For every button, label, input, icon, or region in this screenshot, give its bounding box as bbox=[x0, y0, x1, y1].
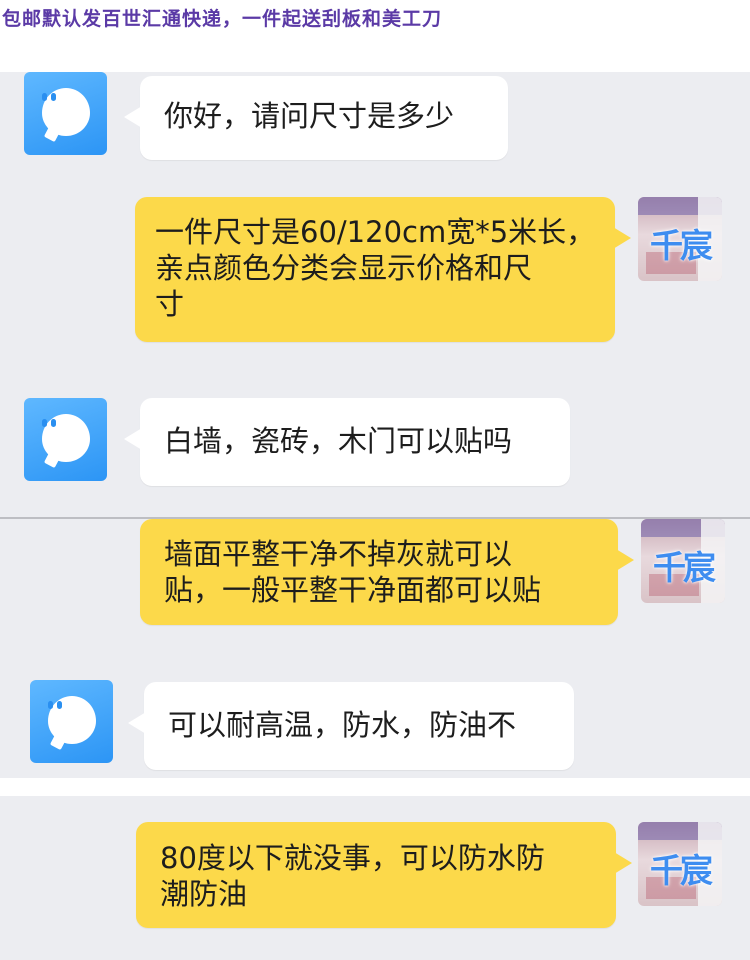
message-line: 你好，请问尺寸是多少 bbox=[164, 99, 455, 133]
outgoing-message[interactable]: 一件尺寸是60/120cm宽*5米长， 亲点颜色分类会显示价格和尺 寸 bbox=[135, 197, 631, 342]
panel-gap bbox=[0, 778, 750, 796]
shop-avatar-name: 千宸 bbox=[653, 548, 716, 587]
message-line: 白墙，瓷砖，木门可以贴吗 bbox=[164, 424, 513, 458]
message-line: 潮防油 bbox=[160, 877, 248, 911]
avatar-eye bbox=[51, 419, 56, 427]
message-line: 可以耐高温，防水，防油不 bbox=[168, 708, 517, 742]
chat-bubble-face-icon bbox=[48, 696, 96, 744]
avatar-eye bbox=[48, 701, 53, 709]
incoming-message[interactable]: 白墙，瓷砖，木门可以贴吗 bbox=[124, 398, 570, 486]
customer-avatar-icon[interactable] bbox=[24, 398, 107, 481]
shop-avatar-icon[interactable]: 千宸 bbox=[641, 519, 725, 603]
outgoing-message[interactable]: 墙面平整干净不掉灰就可以 贴，一般平整干净面都可以贴 bbox=[140, 519, 634, 625]
shop-avatar-name: 千宸 bbox=[650, 226, 713, 265]
incoming-message[interactable]: 可以耐高温，防水，防油不 bbox=[128, 682, 574, 770]
promo-banner: 包邮默认发百世汇通快递，一件起送刮板和美工刀 bbox=[0, 0, 750, 72]
avatar-eye bbox=[57, 701, 62, 709]
message-line: 寸 bbox=[155, 287, 185, 321]
message-line: 贴，一般平整干净面都可以贴 bbox=[164, 573, 542, 607]
message-line: 墙面平整干净不掉灰就可以 bbox=[164, 537, 513, 571]
outgoing-message[interactable]: 80度以下就没事，可以防水防 潮防油 bbox=[136, 822, 632, 928]
chat-bubble-face-icon bbox=[42, 88, 90, 136]
message-line: 一件尺寸是60/120cm宽*5米长， bbox=[155, 215, 596, 249]
incoming-message[interactable]: 你好，请问尺寸是多少 bbox=[124, 76, 508, 160]
message-line: 亲点颜色分类会显示价格和尺 bbox=[155, 251, 533, 285]
shop-avatar-name: 千宸 bbox=[650, 851, 713, 890]
customer-avatar-icon[interactable] bbox=[24, 72, 107, 155]
message-line: 80度以下就没事，可以防水防 bbox=[160, 841, 545, 875]
shop-avatar-icon[interactable]: 千宸 bbox=[638, 822, 722, 906]
customer-avatar-icon[interactable] bbox=[30, 680, 113, 763]
shop-avatar-icon[interactable]: 千宸 bbox=[638, 197, 722, 281]
avatar-eye bbox=[51, 93, 56, 101]
promo-banner-text: 包邮默认发百世汇通快递，一件起送刮板和美工刀 bbox=[2, 8, 443, 30]
avatar-eye bbox=[42, 93, 47, 101]
avatar-eye bbox=[42, 419, 47, 427]
chat-bubble-face-icon bbox=[42, 414, 90, 462]
